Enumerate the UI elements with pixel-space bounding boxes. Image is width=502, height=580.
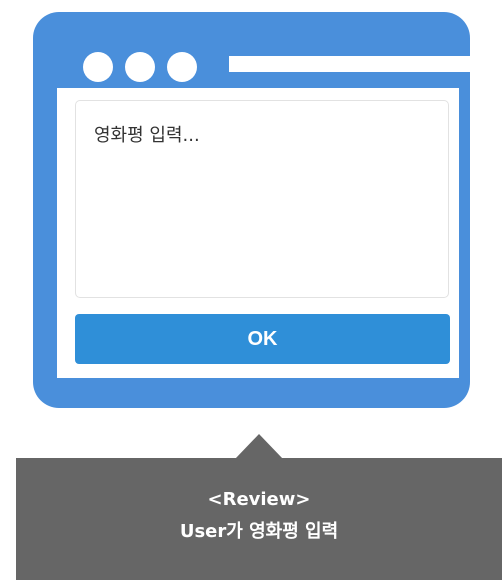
review-textarea[interactable]: 영화평 입력... [75,100,449,298]
caption-line-1: <Review> [207,489,311,510]
window-control-dot-2 [125,52,155,82]
callout-pointer [235,434,283,459]
ok-button-label: OK [247,327,278,350]
caption-text: <Review> User가 영화평 입력 [16,484,502,548]
review-placeholder: 영화평 입력... [94,125,200,146]
window-control-dot-3 [167,52,197,82]
ok-button[interactable]: OK [75,314,450,364]
diagram: 영화평 입력... OK <Review> User가 영화평 입력 [0,0,502,580]
address-bar [229,56,491,72]
window-control-dot-1 [83,52,113,82]
caption-line-2: User가 영화평 입력 [179,521,339,542]
